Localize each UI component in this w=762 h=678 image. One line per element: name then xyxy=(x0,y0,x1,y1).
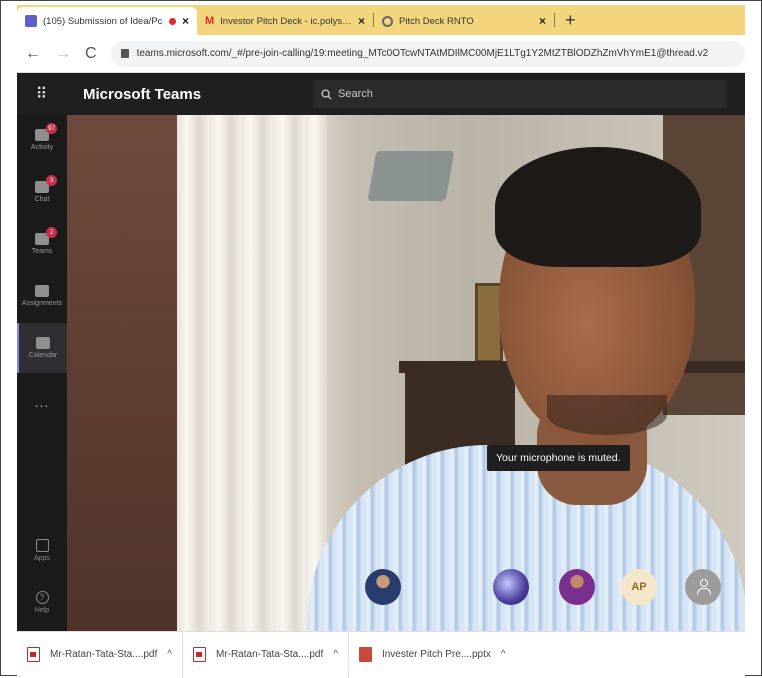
teams-group-icon: 2 xyxy=(35,227,57,245)
calendar-icon xyxy=(36,337,50,349)
more-icon: ... xyxy=(34,394,50,410)
download-filename: Mr-Ratan-Tata-Sta....pdf xyxy=(215,649,324,660)
rail-item-teams[interactable]: 2 Teams xyxy=(17,219,67,269)
rail-item-label: Calendar xyxy=(28,352,58,359)
url-field[interactable]: teams.microsoft.com/_#/pre-join-calling/… xyxy=(110,40,745,67)
rail-item-apps[interactable]: Apps xyxy=(17,539,67,562)
close-tab-icon[interactable]: × xyxy=(539,14,546,28)
teams-icon xyxy=(25,15,37,27)
video-door xyxy=(67,115,177,631)
more-apps-button[interactable]: ... xyxy=(17,377,67,427)
tab-strip: (105) Submission of Idea/Pc × M Investor… xyxy=(17,5,745,35)
gmail-icon: M xyxy=(205,15,215,27)
polygon-icon xyxy=(382,15,393,27)
tab-pitch-deck[interactable]: Pitch Deck RNTO × xyxy=(374,7,554,35)
tab-teams-meeting[interactable]: (105) Submission of Idea/Pc × xyxy=(17,7,197,35)
video-person-beard xyxy=(547,395,667,435)
rail-item-label: Activity xyxy=(30,144,54,151)
participant-avatar[interactable] xyxy=(685,569,721,605)
teams-header: ⠿ Microsoft Teams Search xyxy=(17,73,745,115)
assignments-icon xyxy=(35,285,49,297)
rail-item-chat[interactable]: 3 Chat xyxy=(17,167,67,217)
video-feed: Your microphone is muted. AP xyxy=(67,115,745,631)
participant-avatar[interactable] xyxy=(365,569,401,605)
pdf-file-icon xyxy=(27,647,40,662)
app-title: Microsoft Teams xyxy=(83,85,202,103)
pdf-file-icon xyxy=(192,647,206,662)
notification-badge: 2 xyxy=(46,227,57,238)
video-curtain xyxy=(177,115,327,631)
rail-item-label: Apps xyxy=(34,555,50,562)
download-item[interactable]: Invester Pitch Pre....pptx ^ xyxy=(349,632,516,678)
lock-icon xyxy=(120,49,129,58)
new-tab-button[interactable]: + xyxy=(555,10,586,31)
close-tab-icon[interactable]: × xyxy=(358,14,365,28)
rail-item-label: Teams xyxy=(31,248,53,255)
app-launcher-icon[interactable]: ⠿ xyxy=(17,84,67,104)
search-icon xyxy=(321,88,332,100)
video-person-hair xyxy=(495,147,701,267)
reload-icon[interactable]: C xyxy=(85,45,97,63)
download-filename: Mr-Ratan-Tata-Sta....pdf xyxy=(50,649,158,660)
participant-avatar[interactable] xyxy=(559,569,595,605)
downloads-bar: Mr-Ratan-Tata-Sta....pdf ^ Mr-Ratan-Tata… xyxy=(17,631,745,678)
person-icon xyxy=(696,579,711,595)
notification-badge: 3 xyxy=(46,175,57,186)
browser-window: (105) Submission of Idea/Pc × M Investor… xyxy=(0,0,762,678)
rail-item-label: Chat xyxy=(34,196,50,203)
back-arrow-icon[interactable]: ← xyxy=(25,45,41,63)
video-lamp xyxy=(367,151,455,201)
recording-indicator-icon xyxy=(168,17,176,25)
tab-gmail[interactable]: M Investor Pitch Deck - ic.polysgn × xyxy=(197,7,373,35)
mic-muted-toast: Your microphone is muted. xyxy=(487,445,630,471)
close-tab-icon[interactable]: × xyxy=(182,14,189,28)
help-icon: ? xyxy=(35,591,49,604)
participant-strip: AP xyxy=(365,567,721,611)
rail-item-help[interactable]: ? Help xyxy=(17,591,67,614)
bell-icon: 97 xyxy=(35,123,57,141)
tab-title: (105) Submission of Idea/Pc xyxy=(43,15,163,27)
rail-item-activity[interactable]: 97 Activity xyxy=(17,115,67,165)
chat-icon: 3 xyxy=(35,175,57,193)
search-placeholder: Search xyxy=(338,88,373,100)
notification-badge: 97 xyxy=(46,123,57,134)
download-options-caret-icon[interactable]: ^ xyxy=(333,649,338,660)
download-filename: Invester Pitch Pre....pptx xyxy=(381,649,491,660)
rail-item-assignments[interactable]: Assignments xyxy=(17,271,67,321)
participant-avatar[interactable] xyxy=(493,569,529,605)
address-bar-row: ← → C teams.microsoft.com/_#/pre-join-ca… xyxy=(17,35,745,73)
tab-title: Pitch Deck RNTO xyxy=(399,15,474,27)
download-options-caret-icon[interactable]: ^ xyxy=(167,649,172,660)
rail-item-calendar[interactable]: Calendar xyxy=(17,323,67,373)
download-item[interactable]: Mr-Ratan-Tata-Sta....pdf ^ xyxy=(183,631,349,678)
download-options-caret-icon[interactable]: ^ xyxy=(501,649,506,660)
participant-avatar-initials[interactable]: AP xyxy=(621,569,657,605)
apps-icon xyxy=(35,539,49,552)
download-item[interactable]: Mr-Ratan-Tata-Sta....pdf ^ xyxy=(17,631,183,678)
rail-item-label: Help xyxy=(34,607,50,614)
search-input[interactable]: Search xyxy=(313,80,727,108)
rail-item-label: Assignments xyxy=(21,300,63,307)
url-text: teams.microsoft.com/_#/pre-join-calling/… xyxy=(136,48,709,59)
pptx-file-icon xyxy=(358,647,372,662)
forward-arrow-icon[interactable]: → xyxy=(55,45,71,63)
teams-app-rail: 97 Activity 3 Chat 2 Teams Assignments C… xyxy=(17,115,67,631)
tab-title: Investor Pitch Deck - ic.polysgn xyxy=(220,15,352,27)
